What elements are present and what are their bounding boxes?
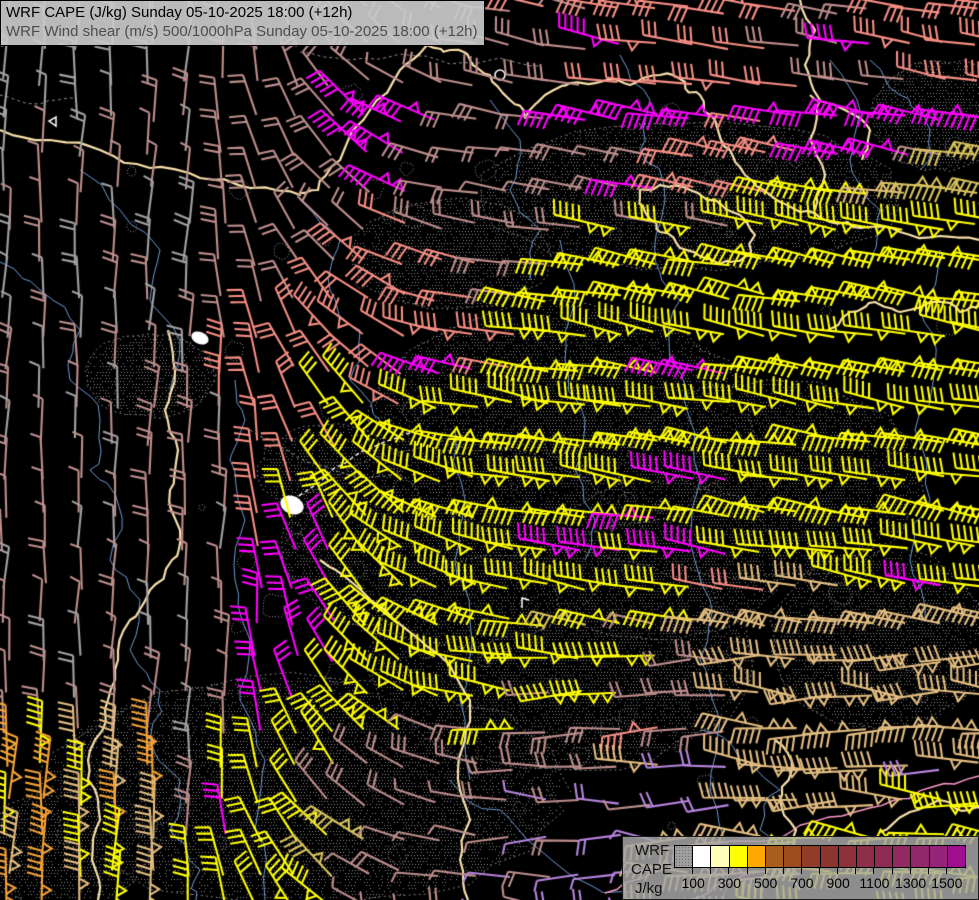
colorbar-tick: [819, 867, 820, 874]
cape-colorbar: [674, 845, 966, 868]
weather-map-screen: WRF CAPE (J/kg) Sunday 05-10-2025 18:00 …: [0, 0, 979, 900]
title-cape: WRF CAPE (J/kg) Sunday 05-10-2025 18:00 …: [6, 3, 478, 22]
cape-swatch-0: [675, 846, 693, 867]
colorbar-tick-label: 1500: [931, 875, 962, 891]
colorbar-tick: [710, 867, 711, 874]
cape-swatch-6: [784, 846, 802, 867]
cape-swatch-10: [857, 846, 875, 867]
colorbar-tick-label: 100: [681, 875, 704, 891]
cape-swatch-8: [821, 846, 839, 867]
colorbar-tick-label: 500: [754, 875, 777, 891]
colorbar-tick-label: 300: [718, 875, 741, 891]
colorbar-tick: [783, 867, 784, 874]
colorbar-tick-label: 700: [790, 875, 813, 891]
cape-swatch-1: [693, 846, 711, 867]
colorbar-tick: [747, 867, 748, 874]
cape-swatch-15: [948, 846, 965, 867]
colorbar-tick: [910, 867, 911, 874]
legend-units-label: J/kg: [635, 880, 663, 897]
colorbar-tick: [728, 867, 729, 874]
colorbar-tick: [892, 867, 893, 874]
colorbar-tick: [873, 867, 874, 874]
colorbar-tick: [855, 867, 856, 874]
colorbar-tick: [837, 867, 838, 874]
colorbar-tick: [928, 867, 929, 874]
cape-swatch-4: [748, 846, 766, 867]
cape-swatch-9: [839, 846, 857, 867]
cape-swatch-5: [766, 846, 784, 867]
legend-model-label: WRF: [635, 842, 669, 859]
colorbar-tick-label: 1300: [895, 875, 926, 891]
cape-swatch-14: [930, 846, 948, 867]
legend-variable-label: CAPE: [631, 861, 672, 878]
cape-swatch-3: [730, 846, 748, 867]
colorbar-tick: [946, 867, 947, 874]
colorbar-tick-label: 1100: [859, 875, 889, 891]
colorbar-tick: [692, 867, 693, 874]
cape-swatch-7: [802, 846, 820, 867]
map-title-box: WRF CAPE (J/kg) Sunday 05-10-2025 18:00 …: [0, 0, 485, 46]
cape-swatch-2: [711, 846, 729, 867]
colorbar-tick: [765, 867, 766, 874]
cape-swatch-13: [911, 846, 929, 867]
cape-swatch-11: [875, 846, 893, 867]
title-windshear: WRF Wind shear (m/s) 500/1000hPa Sunday …: [6, 22, 478, 41]
colorbar-tick: [801, 867, 802, 874]
colorbar-tick-label: 900: [826, 875, 849, 891]
cape-legend: WRF CAPE J/kg 100 300 500 700 900 1100 1300 150…: [622, 836, 979, 900]
weather-map-canvas: [0, 0, 979, 900]
cape-swatch-12: [893, 846, 911, 867]
